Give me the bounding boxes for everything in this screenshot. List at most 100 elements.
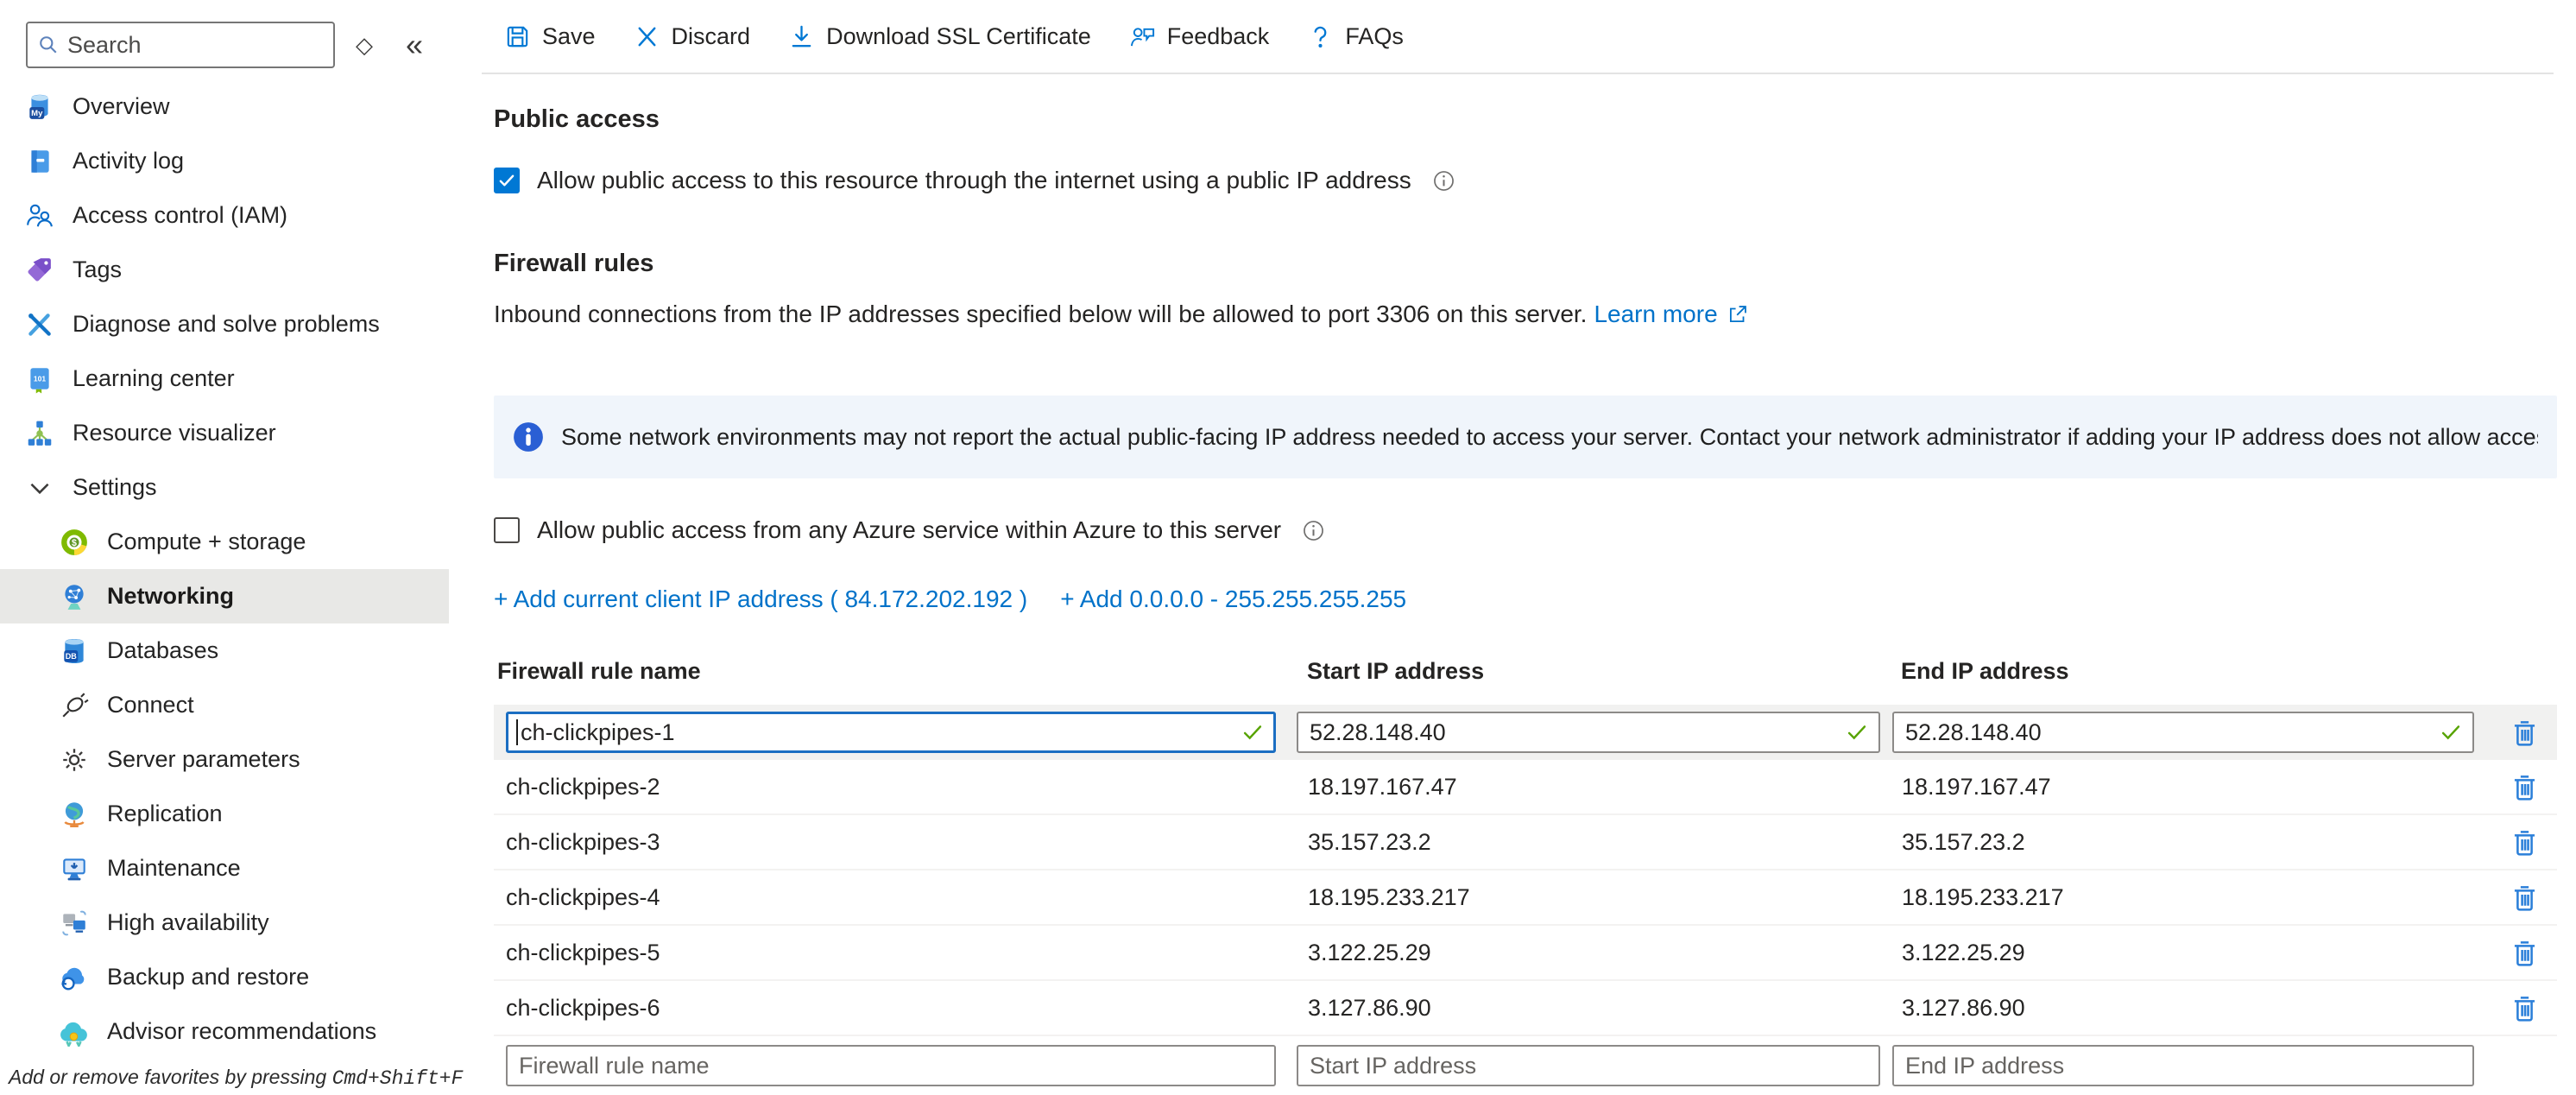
diamond-icon[interactable]: ◇: [356, 34, 373, 56]
start-ip: 35.157.23.2: [1297, 829, 1891, 856]
networking-content: Public access Allow public access to thi…: [482, 105, 2576, 1087]
sidebar-item-connect[interactable]: Connect: [0, 678, 449, 732]
add-rule-links: + Add current client IP address ( 84.172…: [494, 585, 2557, 613]
rule-name: ch-clickpipes-5: [494, 940, 1297, 966]
sidebar-item-label: Access control (IAM): [73, 202, 287, 229]
new-end-ip-input[interactable]: [1892, 1045, 2474, 1086]
high-availability-icon: [59, 908, 90, 939]
new-rule-name-input[interactable]: [506, 1045, 1276, 1086]
shortcut-keys: Cmd+Shift+F: [332, 1067, 464, 1090]
delete-rule-icon[interactable]: [2509, 771, 2541, 803]
azure-services-checkbox[interactable]: [494, 517, 520, 543]
save-button[interactable]: Save: [504, 23, 596, 50]
search-input[interactable]: [67, 32, 325, 59]
sidebar-item-learning-center[interactable]: 101 Learning center: [0, 351, 449, 406]
public-access-checkbox[interactable]: [494, 168, 520, 193]
public-access-checkbox-label: Allow public access to this resource thr…: [537, 167, 1411, 194]
valid-check-icon: [1240, 719, 1266, 745]
info-icon[interactable]: [1302, 519, 1325, 542]
sidebar-group-settings[interactable]: Settings: [0, 460, 449, 515]
sidebar-item-label: Server parameters: [107, 746, 300, 773]
add-all-ips-link[interactable]: + Add 0.0.0.0 - 255.255.255.255: [1060, 585, 1406, 613]
svg-text:101: 101: [34, 374, 46, 383]
delete-rule-icon[interactable]: [2509, 717, 2541, 749]
info-banner: Some network environments may not report…: [494, 396, 2557, 478]
end-ip: 18.195.233.217: [1891, 884, 2484, 911]
delete-rule-icon[interactable]: [2509, 992, 2541, 1024]
resource-menu-sidebar: ◇ « My Overview Activity log Access co: [0, 0, 449, 1095]
sidebar-item-maintenance[interactable]: Maintenance: [0, 841, 449, 896]
mysql-server-icon: My: [24, 92, 55, 123]
networking-pane: Save Discard Download SSL Certificate Fe…: [449, 0, 2576, 1095]
firewall-rules-heading: Firewall rules: [494, 250, 2557, 278]
info-banner-text: Some network environments may not report…: [561, 424, 2538, 451]
sidebar-item-label: Learning center: [73, 365, 235, 392]
sidebar-item-replication[interactable]: Replication: [0, 787, 449, 841]
sidebar-item-label: Diagnose and solve problems: [73, 311, 380, 338]
globe-replication-icon: [59, 799, 90, 830]
rule-name: ch-clickpipes-2: [494, 774, 1297, 801]
sidebar-item-high-availability[interactable]: High availability: [0, 896, 449, 950]
faqs-button[interactable]: FAQs: [1307, 23, 1404, 50]
sidebar-group-label: Settings: [73, 474, 157, 501]
sidebar-item-databases[interactable]: DB Databases: [0, 623, 449, 678]
rule-name-input[interactable]: [506, 712, 1276, 753]
delete-rule-icon[interactable]: [2509, 826, 2541, 858]
info-icon[interactable]: [1432, 169, 1455, 193]
svg-text:My: My: [31, 109, 43, 118]
activity-log-icon: [24, 146, 55, 177]
firewall-description: Inbound connections from the IP addresse…: [494, 301, 2557, 328]
access-control-icon: [24, 200, 55, 231]
new-start-ip-input[interactable]: [1297, 1045, 1880, 1086]
sidebar-item-networking[interactable]: Networking: [0, 569, 449, 623]
check-icon: [496, 170, 517, 191]
sidebar-item-server-parameters[interactable]: Server parameters: [0, 732, 449, 787]
download-icon: [788, 23, 815, 50]
firewall-rules-table: Firewall rule name Start IP address End …: [494, 656, 2557, 1087]
sidebar-item-label: Resource visualizer: [73, 420, 276, 446]
table-row: ch-clickpipes-2 18.197.167.47 18.197.167…: [494, 760, 2557, 815]
feedback-icon: [1129, 23, 1156, 50]
table-row: ch-clickpipes-3 35.157.23.2 35.157.23.2: [494, 815, 2557, 870]
start-ip-input[interactable]: [1297, 712, 1880, 753]
add-client-ip-link[interactable]: + Add current client IP address ( 84.172…: [494, 585, 1027, 613]
collapse-sidebar-icon[interactable]: «: [406, 29, 423, 60]
delete-rule-icon[interactable]: [2509, 882, 2541, 914]
sidebar-item-backup-restore[interactable]: Backup and restore: [0, 950, 449, 1004]
learn-more-link[interactable]: Learn more: [1594, 301, 1717, 328]
sidebar-item-label: Compute + storage: [107, 529, 306, 555]
svg-text:DB: DB: [66, 652, 78, 661]
sidebar-item-resource-visualizer[interactable]: Resource visualizer: [0, 406, 449, 460]
sidebar-item-label: Backup and restore: [107, 964, 309, 991]
sidebar-item-label: Databases: [107, 637, 218, 664]
resource-menu: My Overview Activity log Access control …: [0, 79, 449, 1059]
table-row: ch-clickpipes-6 3.127.86.90 3.127.86.90: [494, 981, 2557, 1036]
public-access-checkbox-row: Allow public access to this resource thr…: [494, 167, 2557, 194]
info-filled-icon: [513, 421, 544, 453]
sidebar-item-compute-storage[interactable]: $ Compute + storage: [0, 515, 449, 569]
download-ssl-certificate-button[interactable]: Download SSL Certificate: [788, 23, 1091, 50]
resource-visualizer-icon: [24, 418, 55, 449]
sidebar-item-advisor-recommendations[interactable]: Advisor recommendations: [0, 1004, 449, 1059]
svg-text:$: $: [72, 538, 77, 548]
sidebar-item-tags[interactable]: Tags: [0, 243, 449, 297]
sidebar-item-label: Overview: [73, 93, 170, 120]
discard-button[interactable]: Discard: [634, 23, 751, 50]
end-ip: 18.197.167.47: [1891, 774, 2484, 801]
valid-check-icon: [1844, 719, 1870, 745]
sidebar-item-overview[interactable]: My Overview: [0, 79, 449, 134]
search-box[interactable]: [26, 22, 335, 68]
end-ip-input[interactable]: [1892, 712, 2474, 753]
sidebar-item-activity-log[interactable]: Activity log: [0, 134, 449, 188]
sidebar-item-access-control[interactable]: Access control (IAM): [0, 188, 449, 243]
learning-center-icon: 101: [24, 364, 55, 395]
networking-icon: [59, 581, 90, 612]
external-link-icon: [1727, 303, 1749, 326]
backup-restore-cloud-icon: [59, 962, 90, 993]
delete-rule-icon[interactable]: [2509, 937, 2541, 969]
sidebar-item-diagnose[interactable]: Diagnose and solve problems: [0, 297, 449, 351]
public-access-heading: Public access: [494, 105, 2557, 134]
end-ip: 35.157.23.2: [1891, 829, 2484, 856]
feedback-button[interactable]: Feedback: [1129, 23, 1270, 50]
gear-icon: [59, 744, 90, 775]
